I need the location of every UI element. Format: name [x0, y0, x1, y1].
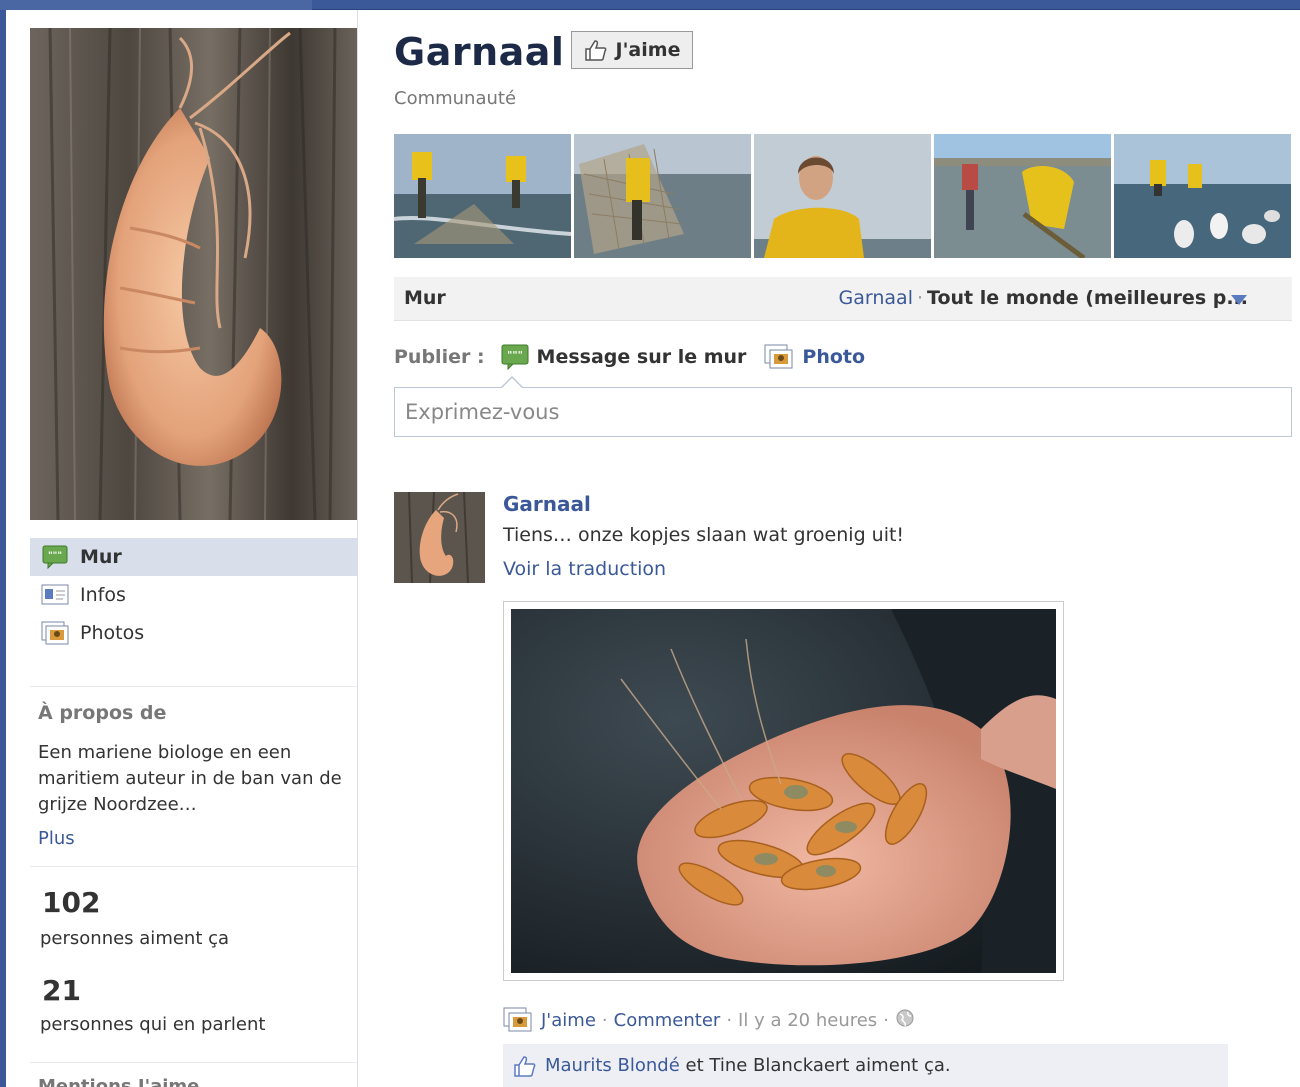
top-bar	[0, 0, 1300, 10]
about-heading: À propos de	[38, 702, 167, 724]
photos-icon	[40, 621, 70, 645]
about-more-link[interactable]: Plus	[38, 828, 75, 849]
liker-link[interactable]: Maurits Blondé	[545, 1055, 680, 1076]
sidebar-item-infos[interactable]: Infos	[30, 576, 357, 614]
likes-label: personnes aiment ça	[40, 928, 230, 949]
post-avatar[interactable]	[394, 492, 485, 583]
sidebar-nav: """ Mur Infos Photos	[30, 538, 357, 652]
sidebar-item-label: Photos	[80, 622, 145, 644]
thumbs-up-icon	[513, 1055, 537, 1077]
wall-filter[interactable]: Garnaal · Tout le monde (meilleures p...	[839, 287, 1248, 309]
sidebar-item-label: Infos	[80, 584, 126, 606]
status-input[interactable]	[395, 388, 1291, 436]
photo-post-icon	[503, 1007, 533, 1033]
like-post-link[interactable]: J'aime	[541, 1010, 596, 1031]
wall-label: Mur	[404, 287, 446, 309]
top-bar-left	[0, 0, 312, 10]
likes-suffix: aiment ça.	[849, 1055, 951, 1076]
divider	[30, 866, 357, 867]
post-actions: J'aime · Commenter · Il y a 20 heures ·	[503, 1006, 915, 1034]
shrimp-on-wood-image	[30, 28, 357, 520]
strip-photo-3[interactable]	[754, 134, 931, 258]
photo-icon	[764, 344, 794, 370]
page-title: Garnaal	[394, 30, 565, 74]
action-separator: ·	[601, 1009, 608, 1031]
divider	[30, 686, 357, 687]
like-page-button[interactable]: J'aime	[571, 31, 693, 69]
composer-notch-inner	[502, 378, 522, 388]
shrimp-in-hand-image	[511, 609, 1056, 973]
sidebar-item-label: Mur	[80, 546, 122, 568]
thumbs-up-icon	[584, 40, 606, 61]
strip-photo-5[interactable]	[1114, 134, 1291, 258]
photo-option-label: Photo	[802, 346, 866, 368]
post-likes-box: Maurits Blondé et Tine Blanckaert aiment…	[503, 1044, 1228, 1087]
svg-text:""": """	[48, 551, 62, 561]
publisher-bar: Publier : """ Message sur le mur Photo	[394, 342, 883, 372]
left-column: """ Mur Infos Photos À propos de Een mar…	[6, 10, 358, 1087]
wall-post-icon: """	[501, 344, 529, 370]
strip-photo-1[interactable]	[394, 134, 571, 258]
likes-count[interactable]: 102	[42, 886, 100, 919]
action-separator: ·	[883, 1009, 889, 1031]
wall-icon: """	[40, 545, 70, 569]
filter-separator: ·	[916, 287, 924, 309]
wall-post-option[interactable]: """ Message sur le mur	[501, 344, 747, 370]
talking-count[interactable]: 21	[42, 974, 81, 1007]
sidebar-item-wall[interactable]: """ Mur	[30, 538, 357, 576]
photo-option[interactable]: Photo	[764, 344, 865, 370]
talking-label: personnes qui en parlent	[40, 1014, 266, 1035]
post-message: Tiens… onze kopjes slaan wat groenig uit…	[503, 524, 905, 546]
status-composer[interactable]	[394, 387, 1292, 437]
liker-name[interactable]: Tine Blanckaert	[709, 1055, 849, 1076]
about-text: Een mariene biologe en een maritiem aute…	[38, 742, 342, 815]
mentions-heading: Mentions J'aime	[38, 1076, 200, 1087]
strip-photo-4[interactable]	[934, 134, 1111, 258]
post-timestamp[interactable]: Il y a 20 heures	[738, 1010, 877, 1031]
globe-icon	[895, 1008, 915, 1033]
page-category: Communauté	[394, 88, 517, 109]
action-separator: ·	[726, 1009, 733, 1031]
translate-link[interactable]: Voir la traduction	[503, 558, 666, 580]
wall-header: Mur Garnaal · Tout le monde (meilleures p.…	[394, 277, 1292, 321]
svg-text:""": """	[507, 350, 523, 361]
chevron-down-icon[interactable]	[1230, 294, 1248, 306]
publisher-label: Publier :	[394, 346, 485, 368]
wall-post-label: Message sur le mur	[536, 346, 747, 368]
like-button-label: J'aime	[615, 39, 681, 61]
likes-connector: et	[679, 1055, 710, 1076]
filter-selected[interactable]: Tout le monde (meilleures p...	[927, 287, 1248, 309]
profile-picture[interactable]	[30, 28, 357, 520]
info-icon	[40, 583, 70, 607]
sidebar-item-photos[interactable]: Photos	[30, 614, 357, 652]
post-photo[interactable]	[503, 601, 1064, 981]
strip-photo-2[interactable]	[574, 134, 751, 258]
comment-link[interactable]: Commenter	[614, 1010, 721, 1031]
post-author[interactable]: Garnaal	[503, 492, 591, 516]
divider	[30, 1062, 357, 1063]
photo-strip	[394, 134, 1291, 258]
filter-page-link[interactable]: Garnaal	[839, 287, 913, 309]
